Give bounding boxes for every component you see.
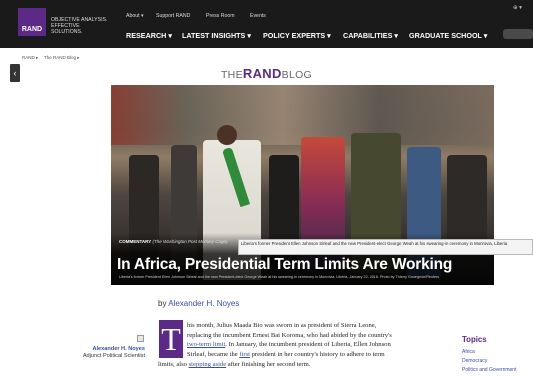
article-text: replacing the incumbent Ernest Bai Korom… <box>187 331 392 339</box>
article-title: In Africa, Presidential Term Limits Are … <box>117 256 453 273</box>
logo-text: RAND <box>21 26 43 33</box>
link-two-term-limit[interactable]: two-term limit <box>187 341 225 348</box>
drop-cap: T <box>159 320 183 358</box>
blog-title-rand: RAND <box>242 66 282 81</box>
topic-link-africa[interactable]: Africa <box>462 349 475 355</box>
util-link-about[interactable]: About ▾ <box>126 13 144 19</box>
article-text: president in her country's history to ad… <box>249 350 385 358</box>
article-text: limits, also <box>158 361 189 368</box>
blog-title-blog: BLOG <box>281 69 313 81</box>
author-link[interactable]: Alexander H. Noyes <box>168 299 239 308</box>
article-paragraph: his month, Julius Maada Bio was sworn in… <box>187 321 449 359</box>
globe-icon[interactable]: ⊕ ▾ <box>513 5 522 11</box>
blog-title-the: THE <box>220 69 243 81</box>
author-photo[interactable] <box>137 335 144 342</box>
byline: by Alexander H. Noyes <box>158 299 239 308</box>
breadcrumb-blog[interactable]: The RAND Blog ▸ <box>44 55 80 61</box>
link-first[interactable]: first <box>239 351 250 358</box>
author-card-role: Adjunct Political Scientist <box>82 353 145 359</box>
crowd-background <box>111 85 494 145</box>
tagline: OBJECTIVE ANALYSIS. EFFECTIVE SOLUTIONS. <box>51 17 108 35</box>
search-input[interactable] <box>503 29 533 39</box>
topic-link-politics[interactable]: Politics and Government <box>462 367 516 373</box>
article-text: . In January, the incumbent president of… <box>225 341 391 349</box>
hero-label: COMMENTARY (The Washington Post Monkey C… <box>119 239 227 244</box>
util-link-events[interactable]: Events <box>250 13 266 19</box>
blog-title: THERANDBLOG <box>0 66 533 81</box>
article-text: his month, Julius Maada Bio was sworn in… <box>187 322 377 329</box>
article-text: Sirleaf, became the <box>187 350 240 358</box>
hero-label-source[interactable]: (The Washington Post Monkey Cage) <box>153 239 228 244</box>
nav-graduate-school[interactable]: GRADUATE SCHOOL ▾ <box>409 31 487 40</box>
author-card-name[interactable]: Alexander H. Noyes <box>70 346 145 352</box>
photo-caption: Liberia's former President Ellen Johnson… <box>119 275 440 279</box>
util-link-support[interactable]: Support RAND <box>156 13 190 19</box>
hero-image[interactable]: COMMENTARY (The Washington Post Monkey C… <box>111 85 494 285</box>
nav-capabilities[interactable]: CAPABILITIES ▾ <box>343 31 398 40</box>
nav-research[interactable]: RESEARCH ▾ <box>126 31 172 40</box>
nav-policy-experts[interactable]: POLICY EXPERTS ▾ <box>263 31 331 40</box>
article-text: after finishing her second term. <box>226 361 311 368</box>
breadcrumb-rand[interactable]: RAND ▸ <box>22 55 38 61</box>
topic-link-democracy[interactable]: Democracy <box>462 358 487 364</box>
page: RAND OBJECTIVE ANALYSIS. EFFECTIVE SOLUT… <box>0 0 533 377</box>
byline-by: by <box>158 299 167 308</box>
rand-logo[interactable]: RAND <box>18 8 46 36</box>
site-header: RAND OBJECTIVE ANALYSIS. EFFECTIVE SOLUT… <box>0 0 533 48</box>
link-stepping-aside[interactable]: stepping aside <box>189 361 227 368</box>
article-paragraph-cont: limits, also stepping aside after finish… <box>158 360 458 370</box>
nav-latest-insights[interactable]: LATEST INSIGHTS ▾ <box>182 31 251 40</box>
image-tooltip: Liberia's former President Ellen Johnson… <box>238 239 533 255</box>
util-link-press[interactable]: Press Room <box>206 13 235 19</box>
topics-heading: Topics <box>462 335 487 344</box>
hero-label-type: COMMENTARY <box>119 239 152 244</box>
figure-white-suit-head <box>217 125 237 145</box>
